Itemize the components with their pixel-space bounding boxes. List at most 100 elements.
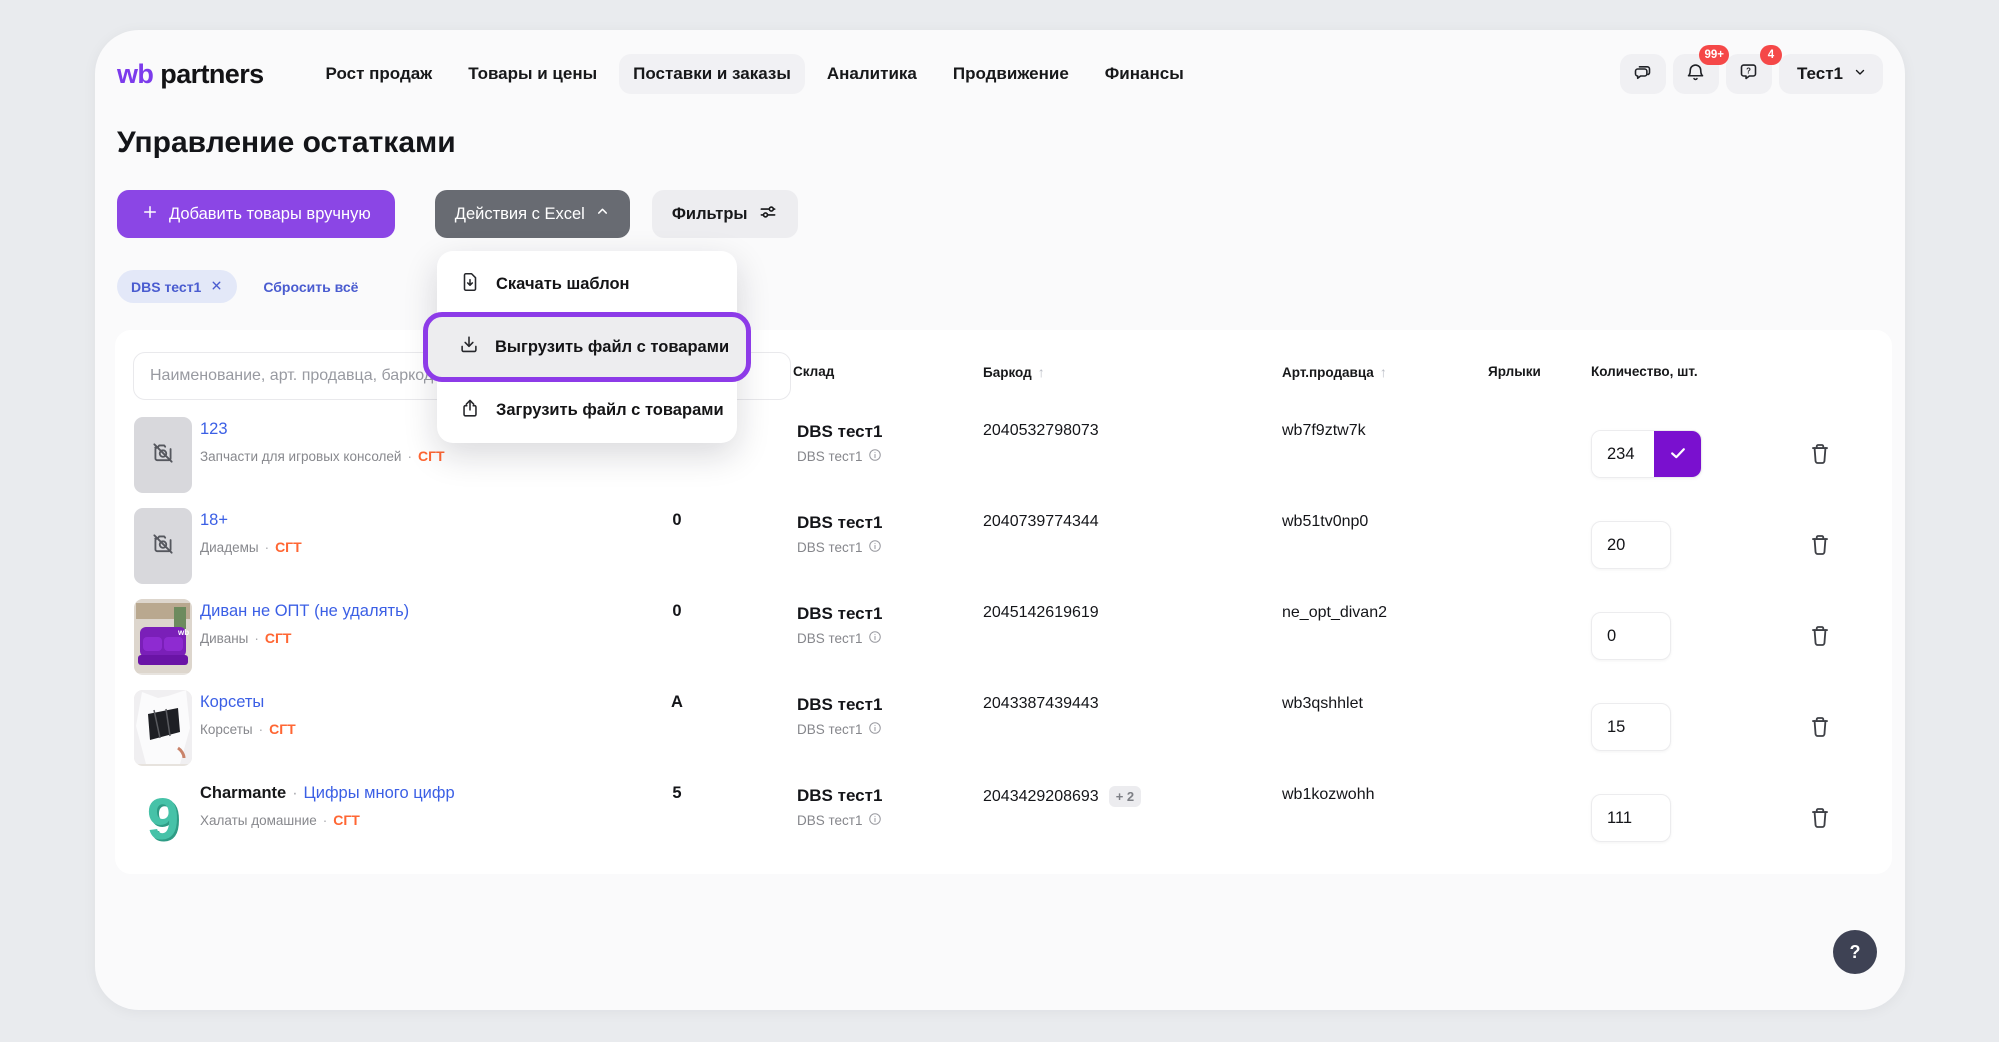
table-header-row: Склад Баркод↑ Арт.продавца↑ Ярлыки Колич… [115, 364, 1892, 390]
bell-icon [1685, 62, 1706, 86]
filter-chip-label: DBS тест1 [131, 279, 201, 295]
product-thumbnail [134, 508, 192, 584]
nav-item-supplies-orders[interactable]: Поставки и заказы [619, 54, 805, 94]
chat-icon [1632, 62, 1653, 86]
header-warehouse[interactable]: Склад [793, 364, 834, 379]
product-category: Диадемы·СГТ [200, 539, 302, 555]
confirm-quantity-button[interactable] [1654, 431, 1701, 477]
delete-row-button[interactable] [1803, 529, 1837, 563]
warehouse-cell: DBS тест1 DBS тест1 [797, 513, 882, 556]
camera-off-icon [150, 440, 176, 471]
delete-row-button[interactable] [1803, 620, 1837, 654]
excel-actions-menu: Скачать шаблон Выгрузить файл с товарами [437, 251, 737, 443]
product-name-link[interactable]: Диван не ОПТ (не удалять) [200, 602, 409, 620]
topbar-right: 99+ 4 ? [1620, 54, 1883, 94]
menu-item-upload-file[interactable]: Загрузить файл с товарами [437, 385, 737, 435]
product-thumbnail: wb [134, 599, 192, 675]
product-brand: Charmante [200, 784, 286, 802]
nav-item-finance[interactable]: Финансы [1091, 54, 1198, 94]
product-name-link[interactable]: 18+ [200, 511, 228, 529]
nav-item-promotion[interactable]: Продвижение [939, 54, 1083, 94]
notifications-badge: 99+ [1699, 45, 1729, 65]
quantity-input[interactable] [1591, 794, 1671, 842]
support-badge: 4 [1760, 45, 1782, 65]
logo-wb: wb [117, 59, 153, 90]
stock-value: 0 [635, 602, 719, 621]
account-name: Тест1 [1797, 64, 1843, 84]
nav-item-analytics[interactable]: Аналитика [813, 54, 931, 94]
article-value: wb3qshhlet [1282, 695, 1363, 713]
product-name-link[interactable]: 123 [200, 420, 228, 438]
nav-item-goods-prices[interactable]: Товары и цены [454, 54, 611, 94]
messages-button[interactable] [1620, 54, 1666, 94]
header-article[interactable]: Арт.продавца↑ [1282, 364, 1387, 380]
excel-actions-button[interactable]: Действия с Excel [435, 190, 630, 238]
product-name-link[interactable]: Цифры много цифр [304, 784, 455, 802]
quantity-input[interactable] [1591, 521, 1671, 569]
svg-text:wb: wb [177, 628, 189, 637]
table-row: wb Диван не ОПТ (не удалять) Диваны·СГТ … [115, 592, 1892, 683]
reset-all-link[interactable]: Сбросить всё [263, 279, 358, 295]
file-download-icon [459, 271, 481, 298]
camera-off-icon [150, 531, 176, 562]
download-icon [458, 334, 480, 361]
product-category: Халаты домашние·СГТ [200, 812, 360, 828]
extra-barcodes-badge[interactable]: + 2 [1109, 786, 1141, 807]
svg-text:?: ? [1747, 67, 1752, 76]
stock-table: Склад Баркод↑ Арт.продавца↑ Ярлыки Колич… [115, 330, 1892, 874]
help-fab-button[interactable]: ? [1833, 930, 1877, 974]
chevron-up-icon [595, 204, 610, 224]
toolbar: Добавить товары вручную Действия с Excel… [117, 190, 798, 238]
warehouse-cell: DBS тест1 DBS тест1 [797, 422, 882, 465]
article-value: wb1kozwohh [1282, 786, 1375, 804]
table-body: 123 Запчасти для игровых консолей·СГТ 0 … [115, 410, 1892, 865]
sort-asc-icon: ↑ [1038, 364, 1045, 380]
highlighted-menu-option: Выгрузить файл с товарами [423, 312, 751, 382]
notifications-button[interactable]: 99+ [1673, 54, 1719, 94]
excel-actions-label: Действия с Excel [455, 205, 585, 224]
help-bubble-icon: ? [1738, 62, 1759, 86]
product-category: Запчасти для игровых консолей·СГТ [200, 448, 445, 464]
warehouse-cell: DBS тест1 DBS тест1 [797, 604, 882, 647]
quantity-input[interactable] [1591, 612, 1671, 660]
support-button[interactable]: 4 ? [1726, 54, 1772, 94]
add-products-button[interactable]: Добавить товары вручную [117, 190, 395, 238]
account-menu-button[interactable]: Тест1 [1779, 54, 1883, 94]
nav-item-sales-growth[interactable]: Рост продаж [312, 54, 447, 94]
product-thumbnail [134, 417, 192, 493]
quantity-editor [1591, 430, 1702, 478]
quantity-input[interactable] [1592, 431, 1654, 477]
brand-logo[interactable]: wbpartners [117, 59, 264, 90]
add-products-label: Добавить товары вручную [169, 205, 371, 224]
menu-item-export-file[interactable]: Выгрузить файл с товарами [428, 317, 746, 377]
filter-chip-dbs[interactable]: DBS тест1 [117, 270, 237, 303]
page-card: wbpartners Рост продаж Товары и цены Пос… [95, 30, 1905, 1010]
product-category: Корсеты·СГТ [200, 721, 296, 737]
upload-icon [459, 397, 481, 424]
barcode-value: 2045142619619 [983, 604, 1099, 622]
info-icon[interactable] [868, 539, 882, 556]
filters-button[interactable]: Фильтры [652, 190, 798, 238]
header-barcode[interactable]: Баркод↑ [983, 364, 1045, 380]
delete-row-button[interactable] [1803, 802, 1837, 836]
chevron-down-icon [1853, 64, 1867, 84]
info-icon[interactable] [868, 812, 882, 829]
topbar: wbpartners Рост продаж Товары и цены Пос… [95, 30, 1905, 118]
quantity-input[interactable] [1591, 703, 1671, 751]
close-icon[interactable] [210, 279, 223, 295]
main-nav: Рост продаж Товары и цены Поставки и зак… [312, 54, 1198, 94]
info-icon[interactable] [868, 630, 882, 647]
info-icon[interactable] [868, 721, 882, 738]
article-value: ne_opt_divan2 [1282, 604, 1387, 622]
delete-row-button[interactable] [1803, 438, 1837, 472]
header-quantity[interactable]: Количество, шт. [1591, 364, 1698, 379]
info-icon[interactable] [868, 448, 882, 465]
logo-partners: partners [160, 59, 263, 90]
delete-row-button[interactable] [1803, 711, 1837, 745]
product-name-link[interactable]: Корсеты [200, 693, 264, 711]
header-labels[interactable]: Ярлыки [1488, 364, 1541, 379]
check-icon [1668, 443, 1688, 466]
product-thumbnail: 9 [134, 781, 192, 857]
menu-item-download-template[interactable]: Скачать шаблон [437, 259, 737, 309]
trash-icon [1807, 441, 1833, 470]
